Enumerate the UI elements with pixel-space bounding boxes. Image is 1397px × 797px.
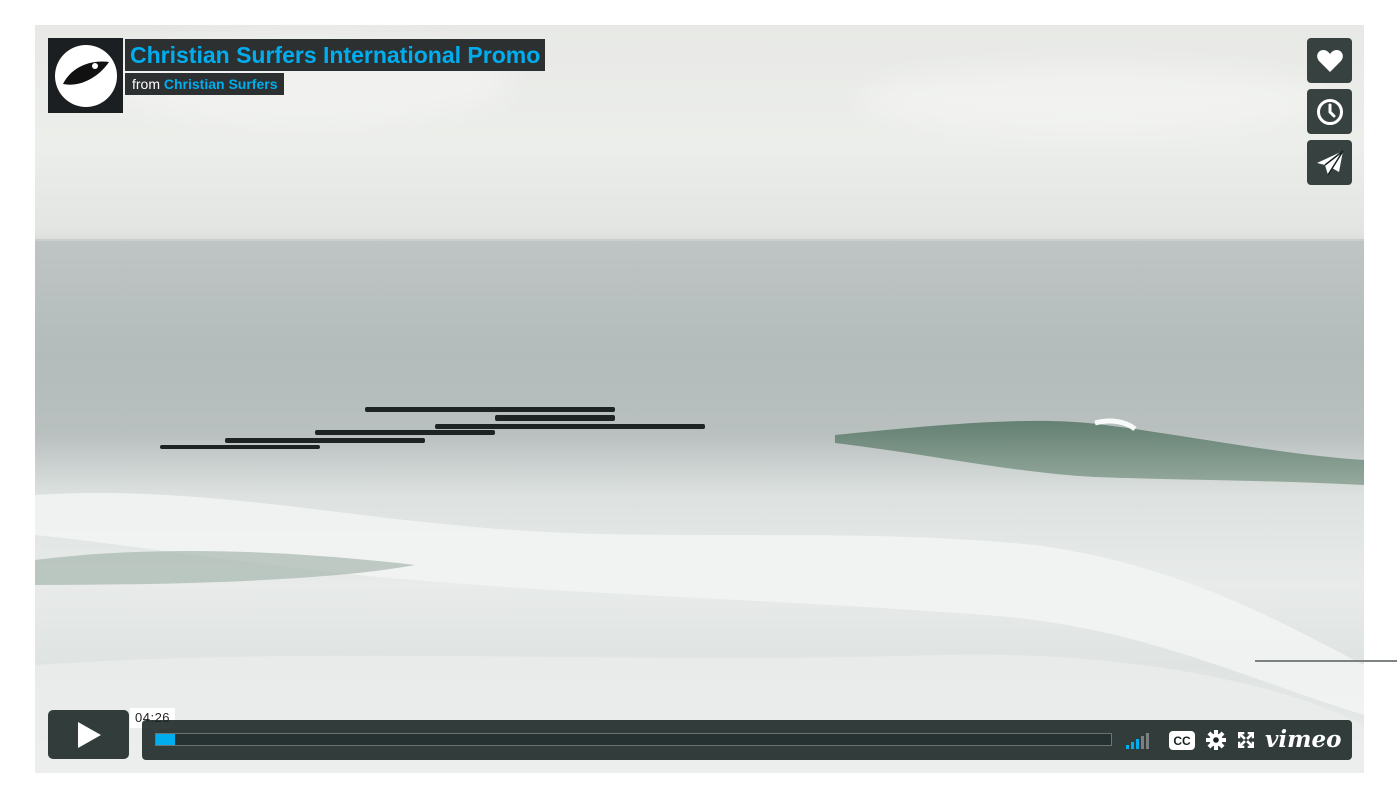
volume-bar [1126, 745, 1129, 749]
volume-control[interactable] [1126, 731, 1151, 749]
fullscreen-button[interactable] [1238, 730, 1254, 750]
video-frame-scene [35, 407, 1364, 773]
owner-link[interactable]: Christian Surfers [164, 76, 278, 92]
control-bar: CC vimeo [142, 720, 1352, 760]
clock-icon [1316, 98, 1343, 125]
video-player[interactable]: Christian Surfers International Promo fr… [35, 25, 1364, 773]
video-title[interactable]: Christian Surfers International Promo [125, 39, 546, 71]
volume-bar [1136, 739, 1139, 749]
volume-bar [1131, 742, 1134, 749]
owner-portrait[interactable] [48, 38, 123, 113]
volume-bar [1141, 736, 1144, 749]
video-byline: from Christian Surfers [125, 73, 285, 95]
captions-button[interactable]: CC [1169, 730, 1195, 750]
gear-icon [1206, 730, 1226, 750]
progress-fill [156, 734, 176, 745]
owner-logo [54, 44, 117, 107]
play-button[interactable] [48, 710, 129, 759]
cc-icon: CC [1169, 730, 1195, 750]
fullscreen-icon [1238, 732, 1254, 748]
vimeo-logo[interactable]: vimeo [1265, 724, 1341, 756]
watch-later-button[interactable] [1307, 89, 1352, 134]
paper-plane-icon [1316, 149, 1344, 175]
byline-prefix: from [132, 76, 160, 92]
progress-bar[interactable] [155, 733, 1112, 746]
volume-bar [1146, 733, 1149, 749]
heart-icon [1316, 49, 1343, 72]
play-icon [77, 721, 101, 748]
settings-button[interactable] [1206, 730, 1226, 750]
like-button[interactable] [1307, 38, 1352, 83]
page-divider [1255, 660, 1397, 662]
share-button[interactable] [1307, 140, 1352, 185]
svg-text:CC: CC [1173, 734, 1191, 748]
